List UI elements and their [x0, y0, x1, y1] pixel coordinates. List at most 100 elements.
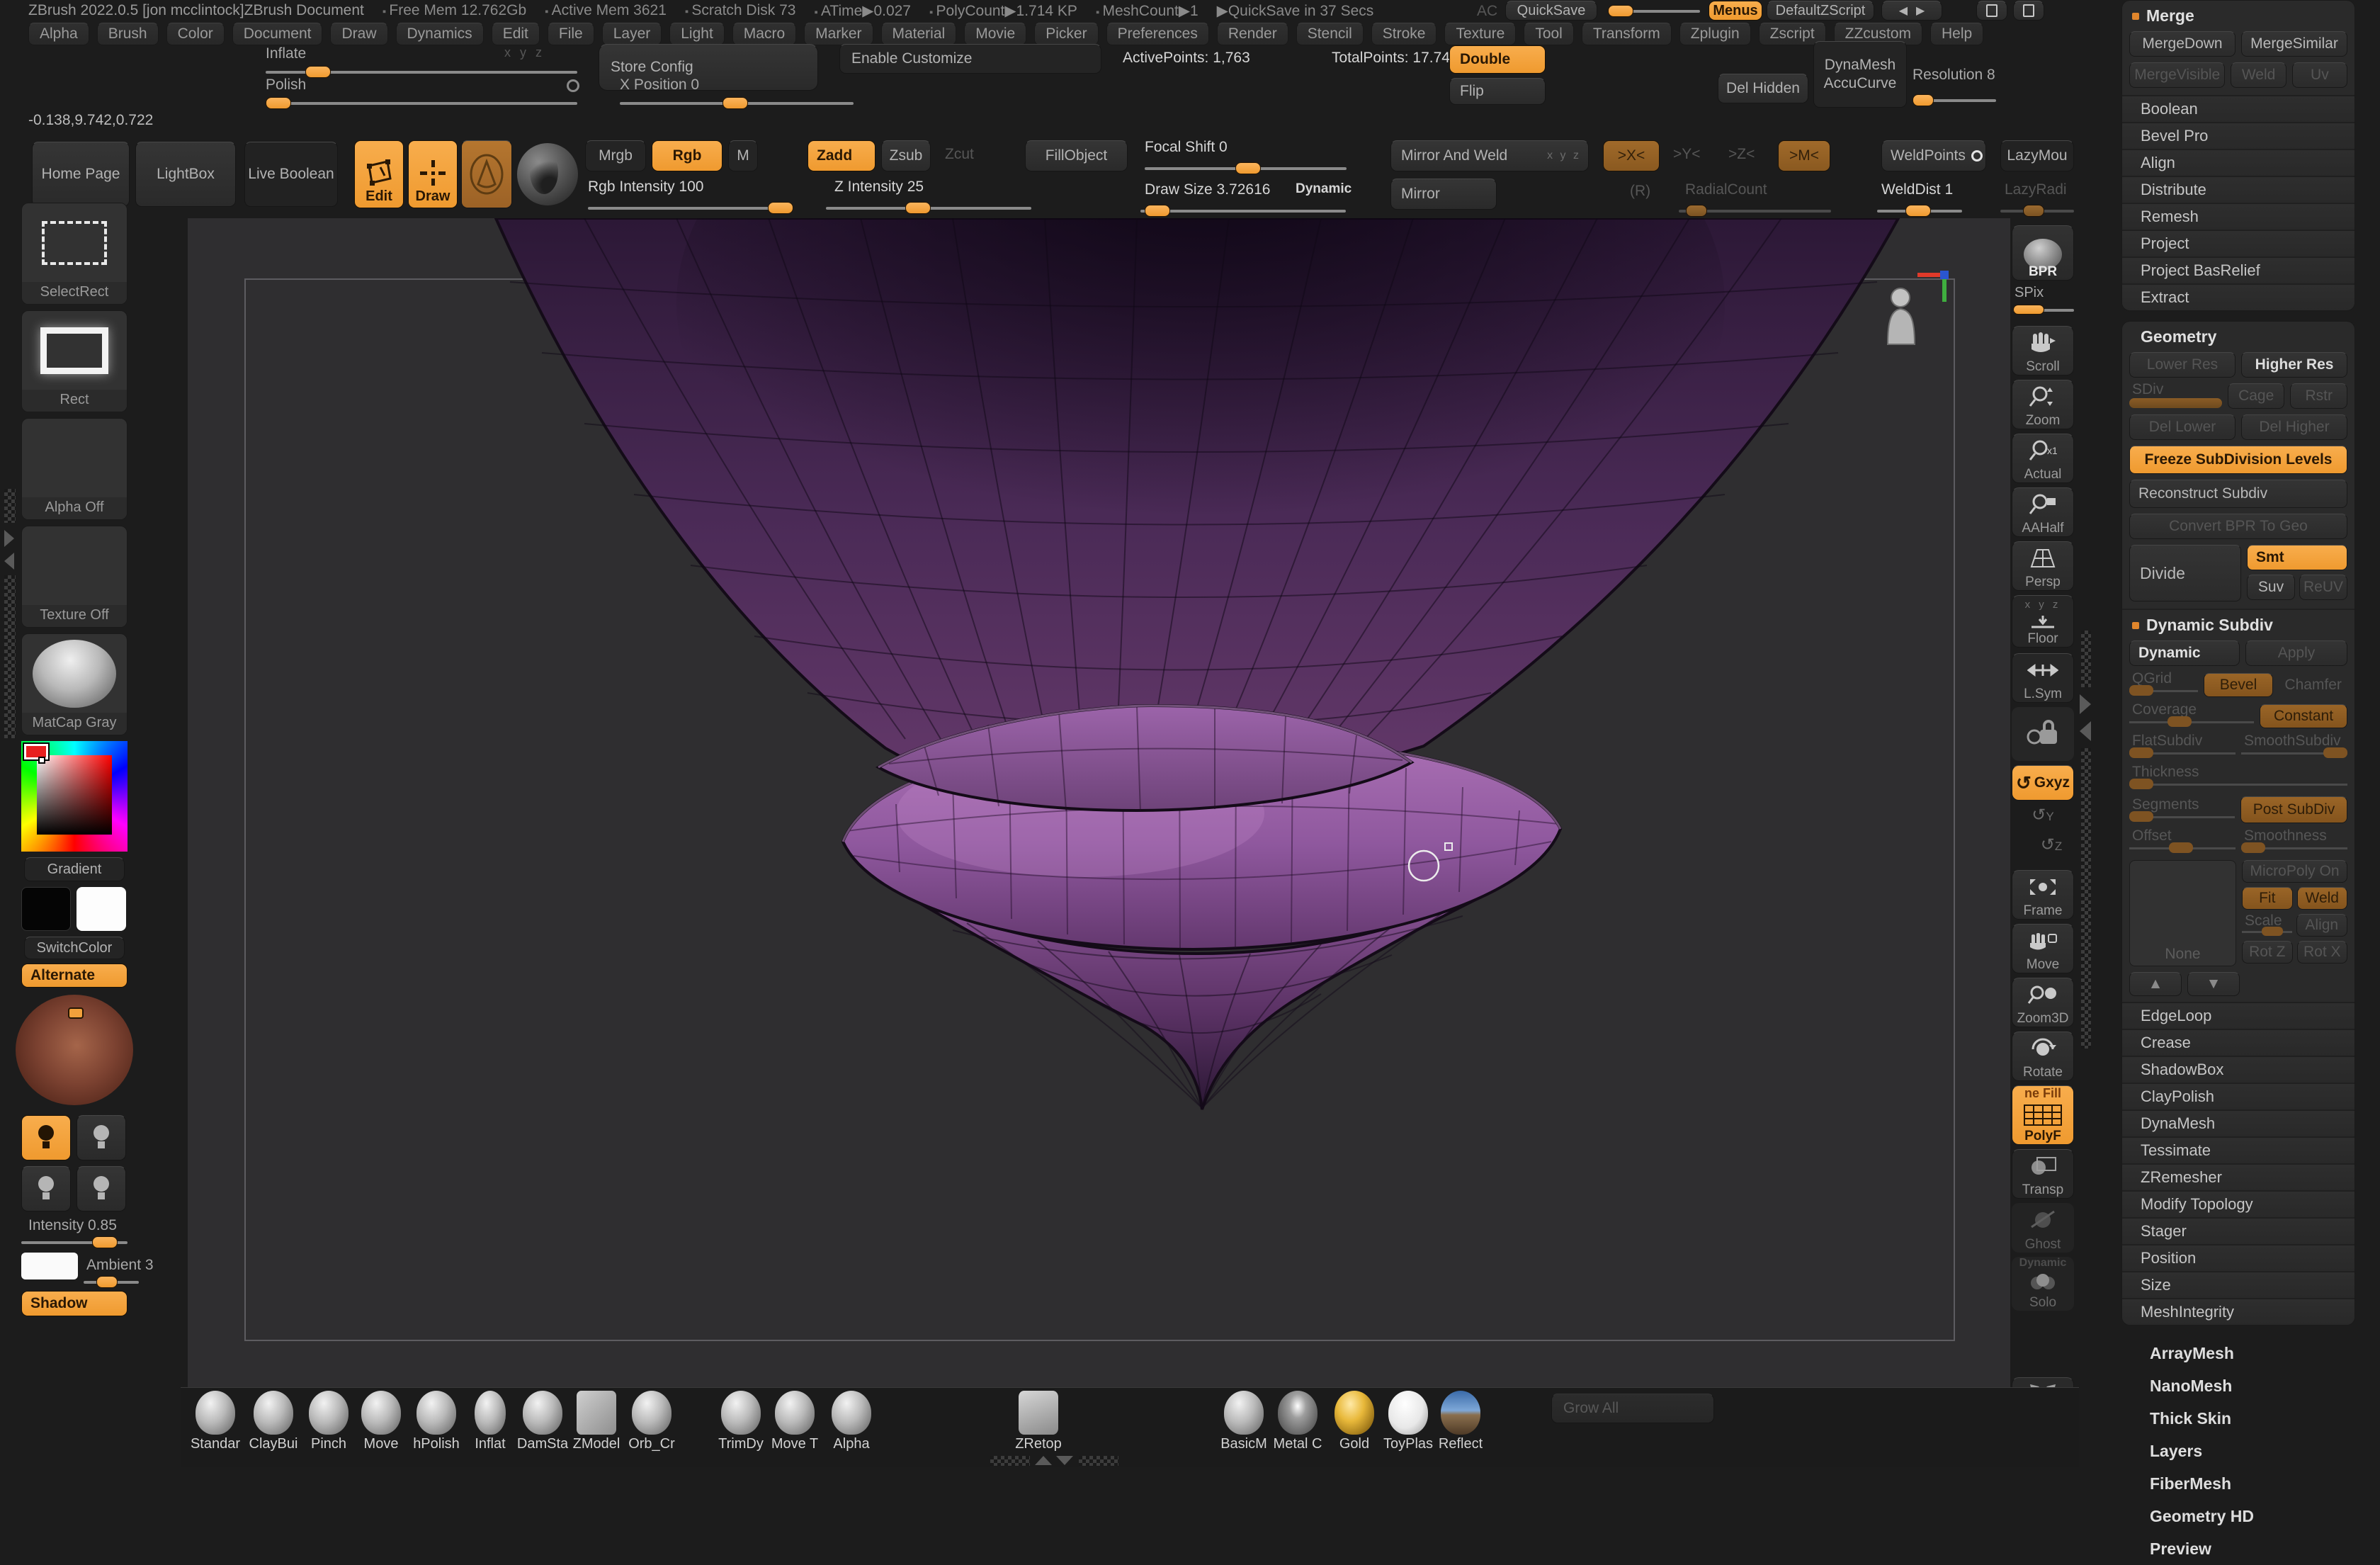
quicksave-button[interactable]: QuickSave — [1505, 1, 1597, 21]
menu-layer[interactable]: Layer — [602, 23, 662, 45]
brush-inflate[interactable]: Inflat — [463, 1388, 518, 1452]
menu-marker[interactable]: Marker — [804, 23, 873, 45]
bottom-divider-right[interactable] — [1079, 1456, 1118, 1466]
merge-visible-button[interactable]: MergeVisible — [2129, 62, 2225, 88]
bpr-button[interactable]: BPR — [2012, 225, 2074, 281]
freeze-subdivision-button[interactable]: Freeze SubDivision Levels — [2129, 446, 2347, 474]
thickness-slider[interactable]: Thickness — [2129, 765, 2347, 791]
menu-dynamics[interactable]: Dynamics — [396, 23, 484, 45]
menu-picker[interactable]: Picker — [1034, 23, 1098, 45]
mirror-and-weld-button[interactable]: Mirror And Weld x y z — [1390, 140, 1589, 171]
qgrid-slider[interactable]: QGrid — [2129, 672, 2198, 697]
flat-subdiv-slider[interactable]: FlatSubdiv — [2129, 734, 2236, 759]
offset-slider[interactable]: Offset — [2129, 829, 2236, 854]
radial-count-slider[interactable] — [1679, 210, 1831, 213]
brush-standard[interactable]: Standar — [188, 1388, 243, 1452]
menu-tool[interactable]: Tool — [1524, 23, 1574, 45]
section-thick-skin[interactable]: Thick Skin — [2121, 1402, 2355, 1435]
material-metal[interactable]: Metal C — [1270, 1388, 1325, 1452]
section-geometry-hd[interactable]: Geometry HD — [2121, 1500, 2355, 1532]
constant-button[interactable]: Constant — [2260, 704, 2347, 728]
section-distribute[interactable]: Distribute — [2122, 176, 2354, 203]
current-material-sphere[interactable] — [517, 143, 578, 205]
polish-toggle-icon[interactable] — [567, 79, 579, 92]
section-position[interactable]: Position — [2122, 1244, 2354, 1271]
aahalf-button[interactable]: AAHalf — [2012, 487, 2074, 537]
right-divider-close-icon[interactable] — [2080, 721, 2091, 741]
light-4-button[interactable] — [76, 1166, 126, 1211]
menu-render[interactable]: Render — [1217, 23, 1288, 45]
edit-button[interactable]: Edit — [354, 140, 404, 208]
section-dynamesh[interactable]: DynaMesh — [2122, 1109, 2354, 1136]
gy-button[interactable]: ↺Y — [2012, 805, 2074, 825]
coverage-slider[interactable]: Coverage — [2129, 703, 2254, 728]
section-fibermesh[interactable]: FiberMesh — [2121, 1467, 2355, 1500]
menu-zplugin[interactable]: Zplugin — [1679, 23, 1751, 45]
smt-button[interactable]: Smt — [2247, 545, 2347, 570]
sculpt-mesh[interactable] — [188, 218, 2010, 1387]
menu-draw[interactable]: Draw — [330, 23, 387, 45]
shadow-button[interactable]: Shadow — [21, 1291, 128, 1316]
section-nanomesh[interactable]: NanoMesh — [2121, 1369, 2355, 1402]
left-divider-top[interactable] — [4, 489, 16, 523]
rot-x-button[interactable]: Rot X — [2297, 941, 2348, 964]
del-higher-button[interactable]: Del Higher — [2241, 414, 2347, 440]
section-preview[interactable]: Preview — [2121, 1532, 2355, 1565]
light-placement-sphere[interactable] — [16, 995, 133, 1105]
convert-bpr-button[interactable]: Convert BPR To Geo — [2129, 514, 2347, 539]
cage-button[interactable]: Cage — [2228, 383, 2285, 409]
brush-move-topological[interactable]: Move T — [767, 1388, 822, 1452]
transp-button[interactable]: Transp — [2012, 1149, 2074, 1199]
right-divider-open-icon[interactable] — [2080, 694, 2091, 714]
brush-zmodeler[interactable]: ZModel — [569, 1388, 624, 1452]
ui-scale-slider[interactable] — [1608, 10, 1700, 13]
undo-document-button[interactable] — [1976, 1, 2007, 21]
mirror-button[interactable]: Mirror — [1390, 179, 1497, 210]
right-divider-bottom[interactable] — [2081, 748, 2091, 1049]
gz-button[interactable]: ↺Z — [2020, 835, 2082, 855]
brush-claybuildup[interactable]: ClayBui — [246, 1388, 301, 1452]
material-gold[interactable]: Gold — [1327, 1388, 1382, 1452]
zadd-button[interactable]: Zadd — [808, 140, 876, 171]
intensity-slider[interactable] — [21, 1241, 128, 1244]
mrgb-button[interactable]: Mrgb — [585, 140, 646, 171]
light-1-button[interactable] — [21, 1115, 71, 1160]
polish-slider[interactable] — [266, 102, 577, 105]
lazy-mouse-button[interactable]: LazyMou — [2000, 140, 2074, 171]
section-project-basrelief[interactable]: Project BasRelief — [2122, 256, 2354, 283]
m-button[interactable]: M — [728, 140, 758, 171]
menu-color[interactable]: Color — [166, 23, 225, 45]
brush-move[interactable]: Move — [353, 1388, 409, 1452]
menu-light[interactable]: Light — [669, 23, 725, 45]
frame-button[interactable]: Frame — [2012, 870, 2074, 920]
enable-customize-button[interactable]: Enable Customize — [839, 44, 1101, 74]
texture-selector-button[interactable]: Texture Off — [21, 526, 128, 628]
material-selector-button[interactable]: MatCap Gray — [21, 633, 128, 735]
grow-all-button[interactable]: Grow All — [1551, 1394, 1714, 1423]
alpha-selector-button[interactable]: Alpha Off — [21, 418, 128, 520]
light-2-button[interactable] — [76, 1115, 126, 1160]
inflate-slider[interactable] — [266, 71, 577, 74]
rotate-button[interactable]: Rotate — [2012, 1032, 2074, 1081]
bottom-divider-up-icon[interactable] — [1035, 1456, 1052, 1465]
zoom-button[interactable]: Zoom — [2012, 380, 2074, 429]
secondary-color-swatch[interactable] — [76, 887, 126, 931]
reconstruct-subdiv-button[interactable]: Reconstruct Subdiv — [2129, 480, 2347, 508]
material-reflect[interactable]: Reflect — [1433, 1388, 1488, 1452]
x-position-slider[interactable] — [620, 102, 854, 105]
weld-points-button[interactable]: WeldPoints — [1881, 140, 1986, 171]
brush-trimdynamic[interactable]: TrimDy — [713, 1388, 769, 1452]
switch-color-button[interactable]: SwitchColor — [24, 937, 125, 959]
dynamic-mode-label[interactable]: Dynamic — [1296, 181, 1352, 197]
section-layers[interactable]: Layers — [2121, 1435, 2355, 1467]
micro-scale-slider[interactable]: Scale — [2242, 914, 2292, 937]
menu-brush[interactable]: Brush — [97, 23, 159, 45]
zcut-button[interactable]: Zcut — [945, 146, 974, 163]
sv-square[interactable] — [37, 755, 112, 835]
menu-stroke[interactable]: Stroke — [1371, 23, 1437, 45]
rot-z-button[interactable]: Rot Z — [2242, 941, 2293, 964]
bevel-button[interactable]: Bevel — [2204, 673, 2274, 697]
coverage-knob[interactable] — [2168, 716, 2192, 727]
actual-button[interactable]: x1 Actual — [2012, 434, 2074, 483]
left-divider-bottom[interactable] — [4, 575, 16, 738]
